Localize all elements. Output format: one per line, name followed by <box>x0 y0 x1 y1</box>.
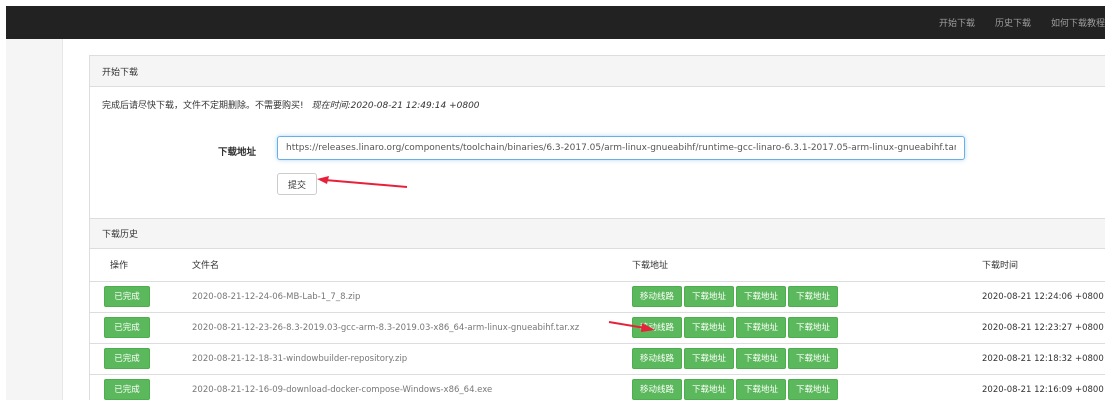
annotation-arrow-icon <box>317 176 408 188</box>
filename-cell: 2020-08-21-12-23-26-8.3-2019.03-gcc-arm-… <box>192 311 632 343</box>
mobile-line-button[interactable]: 移动线路 <box>632 379 683 400</box>
download-link-button[interactable]: 下载地址 <box>736 286 787 307</box>
col-action: 操作 <box>90 249 192 282</box>
time-cell: 2020-08-21 12:24:06 +0800 <box>982 280 1105 312</box>
col-links: 下载地址 <box>632 249 982 282</box>
filename-cell: 2020-08-21-12-24-06-MB-Lab-1_7_8.zip <box>192 280 632 312</box>
history-heading: 下载历史 <box>90 218 1105 249</box>
filename-cell: 2020-08-21-12-16-09-download-docker-comp… <box>192 373 632 400</box>
download-link-button[interactable]: 下载地址 <box>788 286 839 307</box>
nav-menu: 开始下载 历史下载 如何下载教程 <box>919 6 1105 39</box>
time-cell: 2020-08-21 12:23:27 +0800 <box>982 311 1105 343</box>
url-input[interactable] <box>277 136 965 160</box>
url-label: 下载地址 <box>218 147 257 158</box>
nav-start-download[interactable]: 开始下载 <box>939 16 975 29</box>
nav-download-history[interactable]: 历史下载 <box>995 16 1031 29</box>
completed-button[interactable]: 已完成 <box>104 286 150 307</box>
table-row: 已完成 2020-08-21-12-23-26-8.3-2019.03-gcc-… <box>90 311 1105 343</box>
download-link-button[interactable]: 下载地址 <box>736 317 787 338</box>
sidebar <box>6 39 63 400</box>
table-row: 已完成 2020-08-21-12-18-31-windowbuilder-re… <box>90 342 1105 374</box>
download-link-button[interactable]: 下载地址 <box>684 348 735 369</box>
download-panel: 开始下载 完成后请尽快下载，文件不定期删除。不需要购买! 现在时间:2020-08… <box>89 55 1105 400</box>
time-cell: 2020-08-21 12:18:32 +0800 <box>982 342 1105 374</box>
filename-cell: 2020-08-21-12-18-31-windowbuilder-reposi… <box>192 342 632 374</box>
links-cell: 移动线路 下载地址 下载地址 下载地址 <box>632 342 982 374</box>
links-cell: 移动线路 下载地址 下载地址 下载地址 <box>632 311 982 343</box>
download-link-button[interactable]: 下载地址 <box>684 286 735 307</box>
table-header-row: 操作 文件名 下载地址 下载时间 <box>90 249 1105 282</box>
history-table: 操作 文件名 下载地址 下载时间 已完成 2020-08-21-12-24-06… <box>90 249 1105 400</box>
completed-button[interactable]: 已完成 <box>104 348 150 369</box>
notice-text: 完成后请尽快下载，文件不定期删除。不需要购买! <box>102 101 304 111</box>
top-navbar: 开始下载 历史下载 如何下载教程 <box>0 0 1105 40</box>
download-link-button[interactable]: 下载地址 <box>736 379 787 400</box>
table-row: 已完成 2020-08-21-12-16-09-download-docker-… <box>90 373 1105 400</box>
time-cell: 2020-08-21 12:16:09 +0800 <box>982 373 1105 400</box>
completed-button[interactable]: 已完成 <box>104 317 150 338</box>
notice-line: 完成后请尽快下载，文件不定期删除。不需要购买! 现在时间:2020-08-21 1… <box>102 98 480 111</box>
col-time: 下载时间 <box>982 249 1105 282</box>
panel-heading: 开始下载 <box>90 56 1105 87</box>
links-cell: 移动线路 下载地址 下载地址 下载地址 <box>632 280 982 312</box>
main-content: 开始下载 完成后请尽快下载，文件不定期删除。不需要购买! 现在时间:2020-08… <box>63 39 1105 400</box>
download-link-button[interactable]: 下载地址 <box>736 348 787 369</box>
download-link-button[interactable]: 下载地址 <box>788 348 839 369</box>
submit-button[interactable]: 提交 <box>277 173 317 195</box>
download-link-button[interactable]: 下载地址 <box>684 379 735 400</box>
annotation-arrow-icon <box>608 321 655 332</box>
download-link-button[interactable]: 下载地址 <box>788 379 839 400</box>
download-link-button[interactable]: 下载地址 <box>788 317 839 338</box>
download-link-button[interactable]: 下载地址 <box>684 317 735 338</box>
nav-how-to[interactable]: 如何下载教程 <box>1051 16 1105 29</box>
current-time: 现在时间:2020-08-21 12:49:14 +0800 <box>311 101 480 111</box>
mobile-line-button[interactable]: 移动线路 <box>632 286 683 307</box>
col-filename: 文件名 <box>192 249 632 282</box>
links-cell: 移动线路 下载地址 下载地址 下载地址 <box>632 373 982 400</box>
completed-button[interactable]: 已完成 <box>104 379 150 400</box>
table-row: 已完成 2020-08-21-12-24-06-MB-Lab-1_7_8.zip… <box>90 280 1105 312</box>
mobile-line-button[interactable]: 移动线路 <box>632 348 683 369</box>
